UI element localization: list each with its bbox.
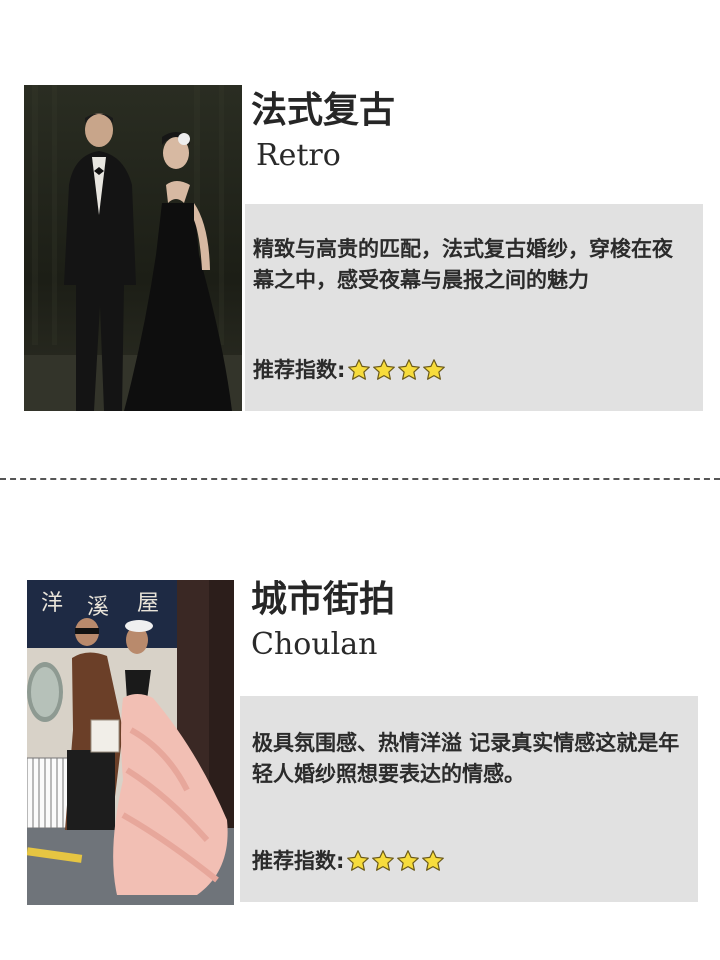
star-icon — [398, 359, 421, 380]
card-title-cn: 城市街拍 — [251, 579, 396, 620]
star-icon — [397, 850, 420, 871]
star-icon — [423, 359, 446, 380]
card-title-cn: 法式复古 — [251, 90, 396, 131]
star-icon — [348, 359, 371, 380]
star-icon — [373, 359, 396, 380]
svg-text:屋: 屋 — [137, 591, 159, 616]
card-title-en: Choulan — [251, 627, 378, 662]
star-icon — [347, 850, 370, 871]
svg-text:溪: 溪 — [87, 595, 109, 620]
rating-label: 推荐指数: — [252, 849, 345, 873]
rating-stars — [346, 849, 445, 873]
description-box: 极具氛围感、热情洋溢 记录真实情感这就是年轻人婚纱照想要表达的情感。 推荐指数: — [240, 696, 698, 902]
retro-couple-photo — [24, 85, 242, 411]
description-box: 精致与高贵的匹配，法式复古婚纱，穿梭在夜幕之中，感受夜幕与晨报之间的魅力 推荐指… — [245, 204, 703, 411]
rating-row: 推荐指数: — [253, 355, 446, 385]
style-card-retro: 法式复古 Retro 精致与高贵的匹配，法式复古婚纱，穿梭在夜幕之中，感受夜幕与… — [0, 0, 720, 478]
star-icon — [372, 850, 395, 871]
description-text: 极具氛围感、热情洋溢 记录真实情感这就是年轻人婚纱照想要表达的情感。 — [252, 731, 680, 786]
style-card-street: 洋 溪 屋 城市街拍 Choulan 极具氛围感、热情洋溢 记录真实情感这就是年… — [0, 480, 720, 960]
rating-label: 推荐指数: — [253, 358, 346, 382]
star-icon — [422, 850, 445, 871]
rating-stars — [347, 358, 446, 382]
rating-row: 推荐指数: — [252, 846, 445, 876]
description-text: 精致与高贵的匹配，法式复古婚纱，穿梭在夜幕之中，感受夜幕与晨报之间的魅力 — [253, 237, 673, 292]
svg-text:洋: 洋 — [41, 591, 63, 616]
street-couple-photo: 洋 溪 屋 — [27, 580, 234, 905]
card-title-en: Retro — [256, 138, 341, 173]
